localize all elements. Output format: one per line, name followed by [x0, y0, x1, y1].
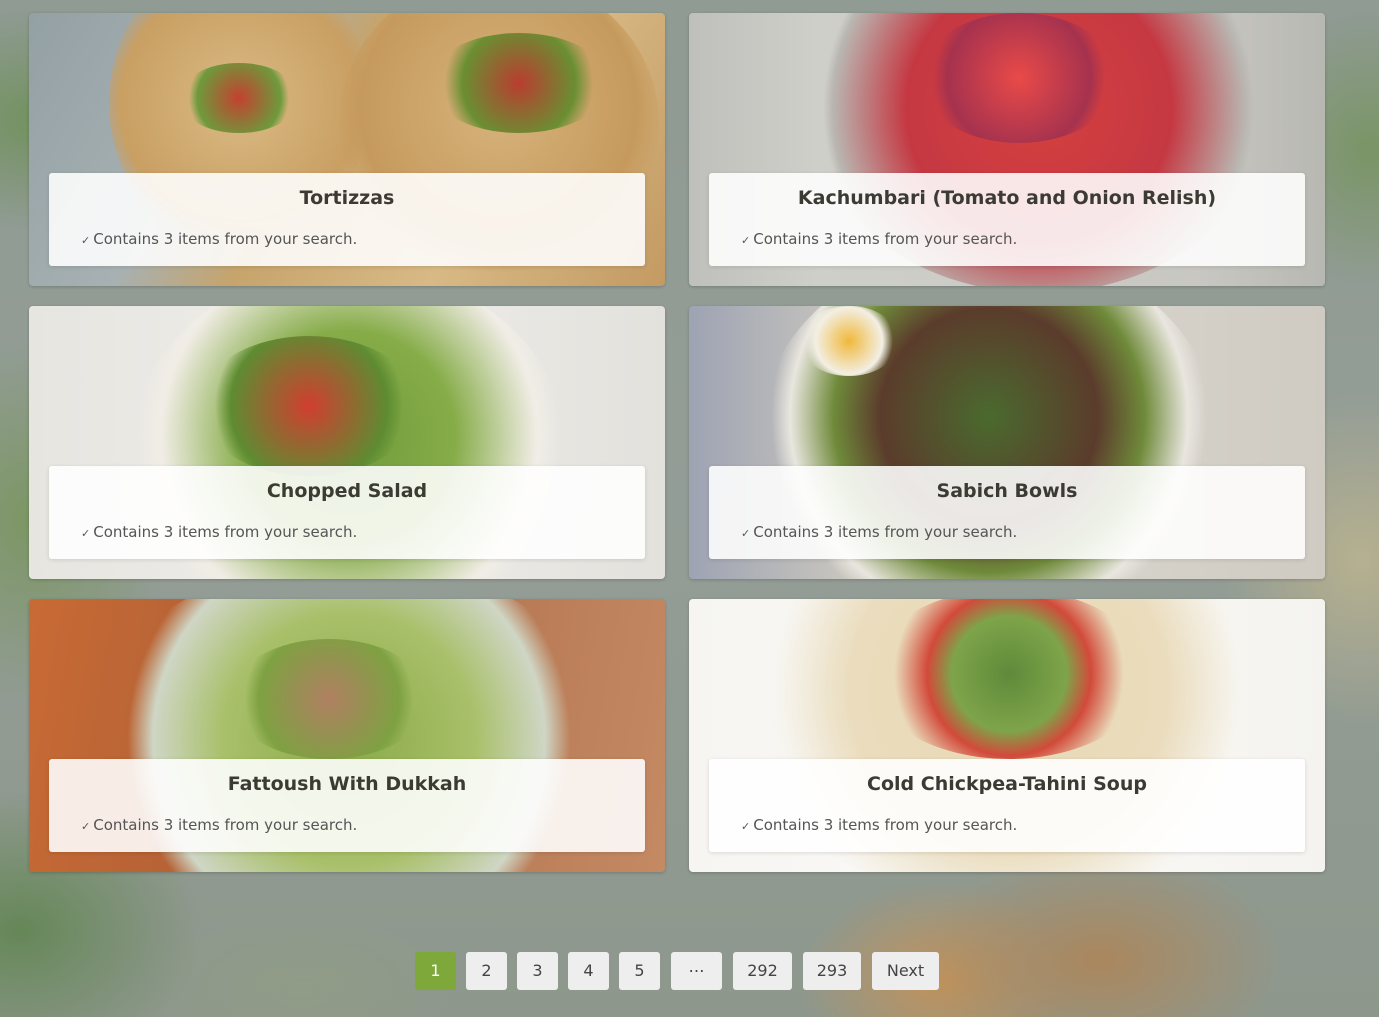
check-icon: ✓	[81, 527, 91, 540]
recipe-match-text: ✓ Contains 3 items from your search.	[81, 523, 357, 541]
page-1-button[interactable]: 1	[415, 952, 456, 990]
page-2-button[interactable]: 2	[466, 952, 507, 990]
recipe-card-fattoush[interactable]: Fattoush With Dukkah ✓ Contains 3 items f…	[29, 599, 665, 872]
recipe-info-panel[interactable]: Kachumbari (Tomato and Onion Relish) ✓ Co…	[709, 173, 1305, 266]
check-icon: ✓	[741, 820, 751, 833]
recipe-match-text: ✓ Contains 3 items from your search.	[741, 523, 1017, 541]
check-icon: ✓	[741, 234, 751, 247]
recipe-match-label: Contains 3 items from your search.	[93, 230, 358, 248]
recipe-match-text: ✓ Contains 3 items from your search.	[81, 230, 357, 248]
recipe-card-chopped-salad[interactable]: Chopped Salad ✓ Contains 3 items from you…	[29, 306, 665, 579]
recipe-match-text: ✓ Contains 3 items from your search.	[741, 230, 1017, 248]
recipe-match-label: Contains 3 items from your search.	[753, 816, 1018, 834]
page-ellipsis: …	[671, 952, 722, 990]
recipe-info-panel[interactable]: Cold Chickpea-Tahini Soup ✓ Contains 3 it…	[709, 759, 1305, 852]
page-3-button[interactable]: 3	[517, 952, 558, 990]
next-page-button[interactable]: Next	[872, 952, 939, 990]
page-293-button[interactable]: 293	[803, 952, 861, 990]
check-icon: ✓	[741, 527, 751, 540]
recipe-card-kachumbari[interactable]: Kachumbari (Tomato and Onion Relish) ✓ Co…	[689, 13, 1325, 286]
page-4-button[interactable]: 4	[568, 952, 609, 990]
page-5-button[interactable]: 5	[619, 952, 660, 990]
page-292-button[interactable]: 292	[733, 952, 792, 990]
recipe-title[interactable]: Tortizzas	[49, 187, 645, 209]
recipe-match-label: Contains 3 items from your search.	[753, 523, 1018, 541]
recipe-match-text: ✓ Contains 3 items from your search.	[81, 816, 357, 834]
recipe-title[interactable]: Kachumbari (Tomato and Onion Relish)	[709, 187, 1305, 209]
recipe-card-tortizzas[interactable]: Tortizzas ✓ Contains 3 items from your se…	[29, 13, 665, 286]
recipe-title[interactable]: Chopped Salad	[49, 480, 645, 502]
recipe-info-panel[interactable]: Sabich Bowls ✓ Contains 3 items from your…	[709, 466, 1305, 559]
recipe-title[interactable]: Sabich Bowls	[709, 480, 1305, 502]
check-icon: ✓	[81, 820, 91, 833]
recipe-match-text: ✓ Contains 3 items from your search.	[741, 816, 1017, 834]
recipe-info-panel[interactable]: Tortizzas ✓ Contains 3 items from your se…	[49, 173, 645, 266]
recipe-match-label: Contains 3 items from your search.	[93, 523, 358, 541]
recipe-card-sabich-bowls[interactable]: Sabich Bowls ✓ Contains 3 items from your…	[689, 306, 1325, 579]
recipe-info-panel[interactable]: Chopped Salad ✓ Contains 3 items from you…	[49, 466, 645, 559]
recipe-card-chickpea-soup[interactable]: Cold Chickpea-Tahini Soup ✓ Contains 3 it…	[689, 599, 1325, 872]
recipe-match-label: Contains 3 items from your search.	[93, 816, 358, 834]
recipe-match-label: Contains 3 items from your search.	[753, 230, 1018, 248]
recipe-info-panel[interactable]: Fattoush With Dukkah ✓ Contains 3 items f…	[49, 759, 645, 852]
check-icon: ✓	[81, 234, 91, 247]
recipe-title[interactable]: Fattoush With Dukkah	[49, 773, 645, 795]
recipe-title[interactable]: Cold Chickpea-Tahini Soup	[709, 773, 1305, 795]
